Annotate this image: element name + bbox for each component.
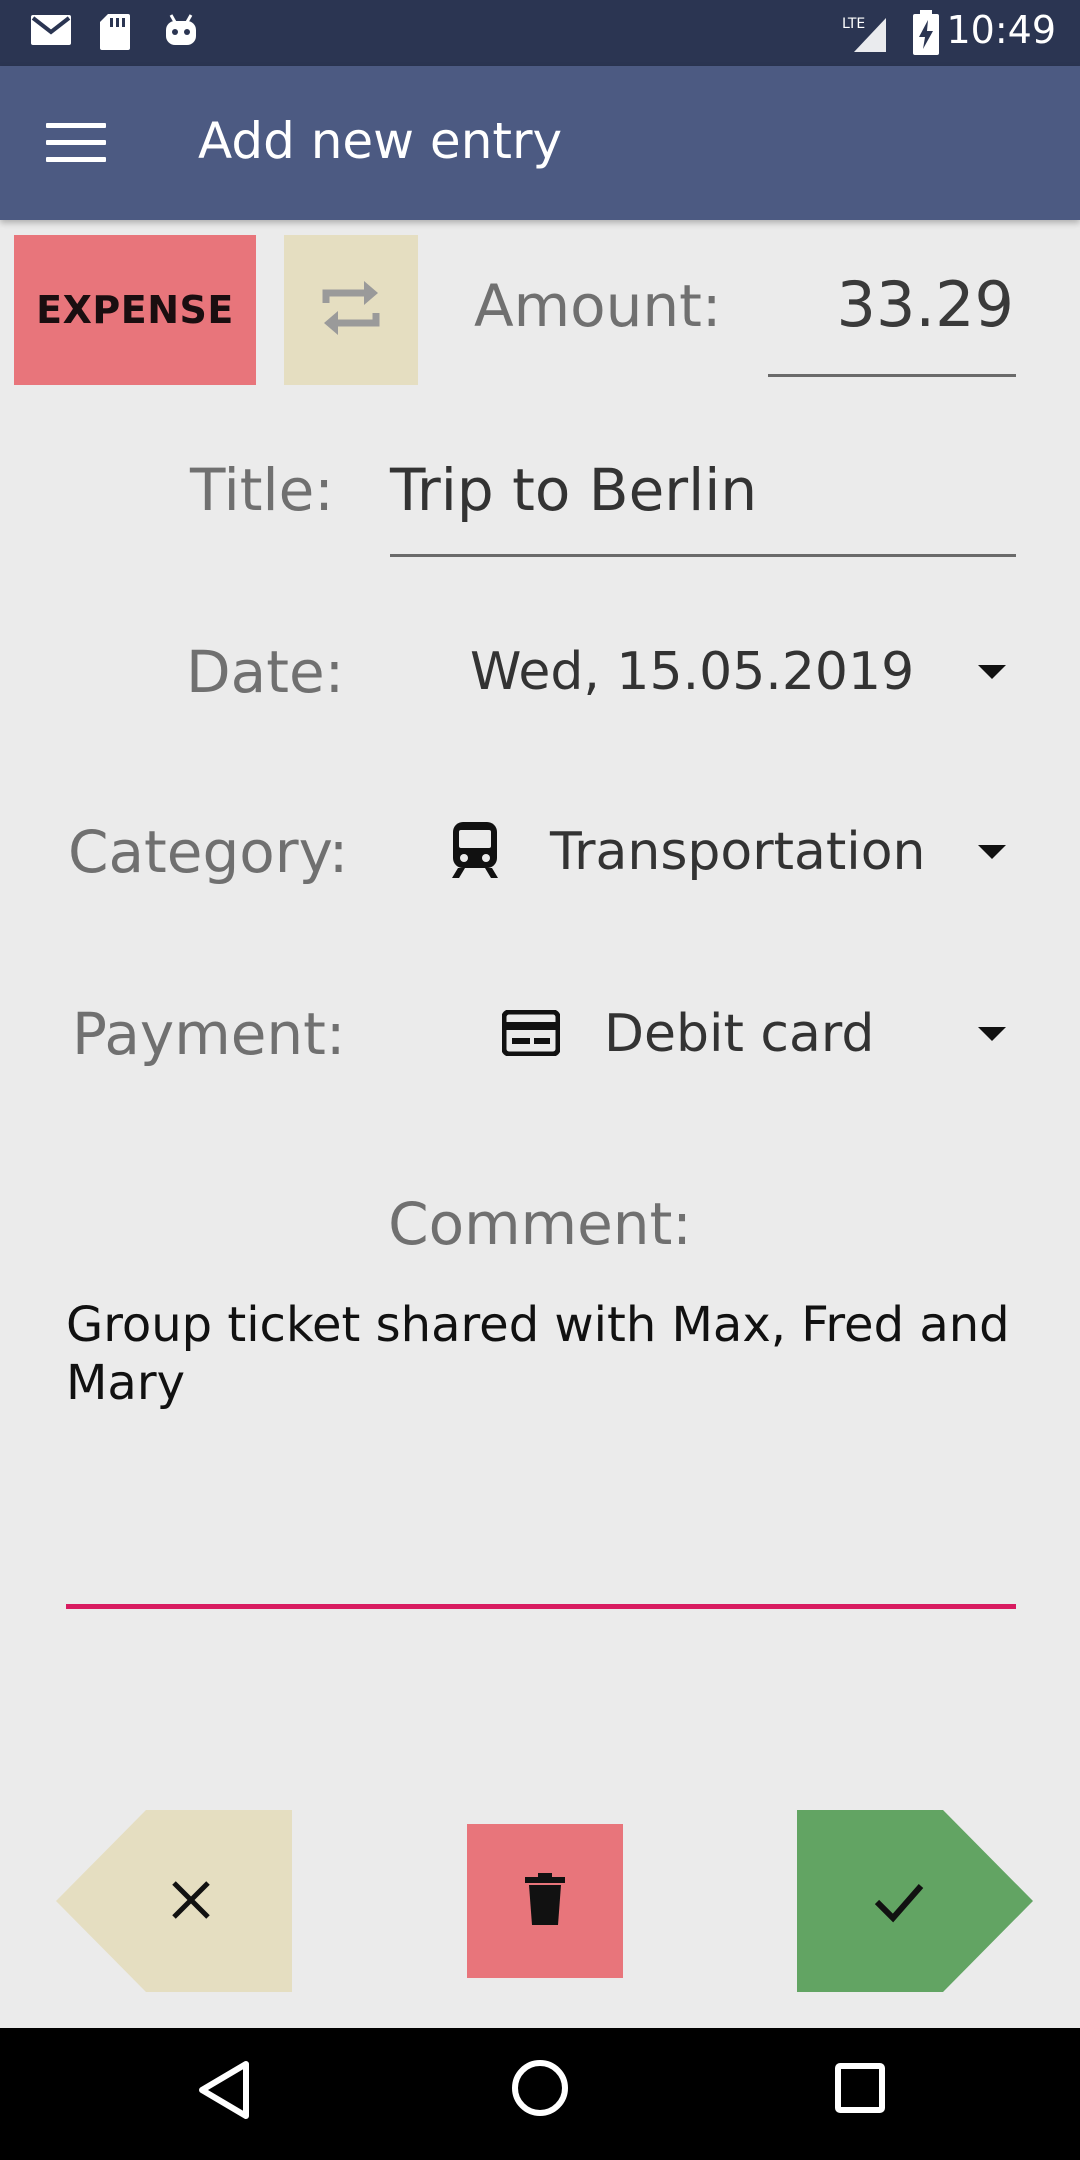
hamburger-menu-icon[interactable] (46, 123, 106, 163)
payment-selector[interactable]: Debit card (604, 1004, 874, 1064)
category-label: Category: (68, 818, 349, 886)
recents-icon[interactable] (832, 2060, 888, 2120)
train-icon (450, 822, 500, 882)
sd-card-icon (98, 12, 132, 56)
swap-icon (316, 273, 386, 347)
date-selector[interactable]: Wed, 15.05.2019 (470, 642, 914, 702)
amount-label: Amount: (474, 272, 722, 340)
confirm-button[interactable] (797, 1810, 1033, 1992)
comment-input[interactable]: Group ticket shared with Max, Fred and M… (66, 1296, 1026, 1412)
status-time: 10:49 (946, 8, 1056, 52)
title-label: Title: (190, 456, 334, 524)
chevron-down-icon[interactable] (978, 845, 1006, 859)
home-icon[interactable] (508, 2056, 572, 2124)
app-bar: Add new entry (0, 66, 1080, 220)
page-title: Add new entry (198, 112, 563, 170)
battery-charging-icon (912, 10, 940, 60)
payment-label: Payment: (72, 1000, 346, 1068)
chevron-down-icon[interactable] (978, 1027, 1006, 1041)
date-label: Date: (186, 638, 345, 706)
back-icon[interactable] (196, 2058, 252, 2126)
network-type-label: LTE (842, 16, 865, 32)
title-underline (390, 554, 1016, 557)
chevron-down-icon[interactable] (978, 665, 1006, 679)
cancel-button[interactable] (56, 1810, 292, 1992)
credit-card-icon (501, 1009, 561, 1060)
delete-button[interactable] (467, 1824, 623, 1978)
expense-type-button[interactable]: EXPENSE (14, 235, 256, 385)
swap-type-button[interactable] (284, 235, 418, 385)
title-input[interactable]: Trip to Berlin (390, 456, 757, 524)
comment-underline (66, 1604, 1016, 1609)
comment-label: Comment: (388, 1190, 692, 1258)
status-bar: LTE 10:49 (0, 0, 1080, 66)
gmail-icon (30, 12, 72, 52)
trash-icon (525, 1873, 565, 1929)
system-nav-bar (0, 2028, 1080, 2160)
signal-icon: LTE (842, 14, 892, 58)
amount-underline (768, 374, 1016, 377)
amount-input[interactable]: 33.29 (768, 268, 1015, 341)
category-selector[interactable]: Transportation (550, 822, 925, 882)
android-icon (162, 12, 200, 54)
